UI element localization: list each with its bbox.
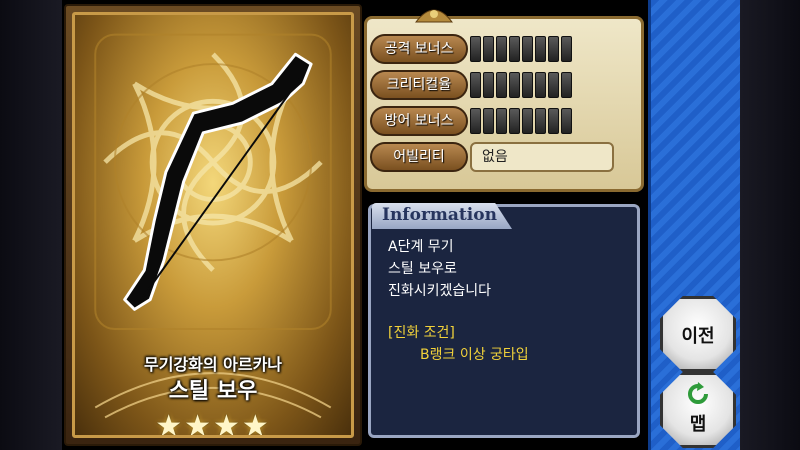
stat-label-defense: 방어 보너스	[370, 106, 468, 136]
card-subtitle: 무기강화의 아르카나	[143, 355, 283, 374]
panel-crest-ornament	[414, 9, 454, 23]
stat-label-ability: 어빌리티	[370, 142, 468, 172]
stat-row-defense: 방어 보너스	[370, 106, 640, 136]
stat-row-attack: 공격 보너스	[370, 34, 640, 64]
evolution-condition-title: [진화 조건]	[388, 325, 455, 341]
stat-label-critical: 크리티컬율	[370, 70, 468, 100]
evolution-condition-item: B랭크 이상 궁타입	[420, 347, 529, 363]
ability-value: 없음	[470, 142, 614, 172]
stat-row-critical: 크리티컬율	[370, 70, 640, 100]
card-artwork: 무기강화의 아르카나 스틸 보우 ★★★★	[72, 12, 354, 438]
stat-row-ability: 어빌리티 없음	[370, 142, 640, 172]
info-line-2: 스틸 보우로	[388, 261, 457, 277]
stat-bars-attack	[470, 36, 572, 62]
stat-label-attack: 공격 보너스	[370, 34, 468, 64]
card-name: 스틸 보우	[168, 379, 258, 404]
info-line-1: A단계 무기	[388, 239, 454, 255]
information-tab-label: Information	[382, 205, 497, 225]
stat-bars-critical	[470, 72, 572, 98]
refresh-arrow-icon	[688, 382, 708, 404]
map-button[interactable]: 맵	[660, 372, 736, 448]
map-button-label: 맵	[689, 414, 707, 435]
stat-bars-defense	[470, 108, 572, 134]
weapon-card: 무기강화의 아르카나 스틸 보우 ★★★★	[64, 4, 362, 446]
info-line-3: 진화시키겠습니다	[388, 283, 492, 299]
prev-button-label: 이전	[681, 326, 715, 347]
left-letterbox	[0, 0, 62, 450]
rarity-stars: ★★★★	[155, 409, 271, 438]
prev-button[interactable]: 이전	[660, 296, 736, 372]
right-letterbox	[738, 0, 800, 450]
